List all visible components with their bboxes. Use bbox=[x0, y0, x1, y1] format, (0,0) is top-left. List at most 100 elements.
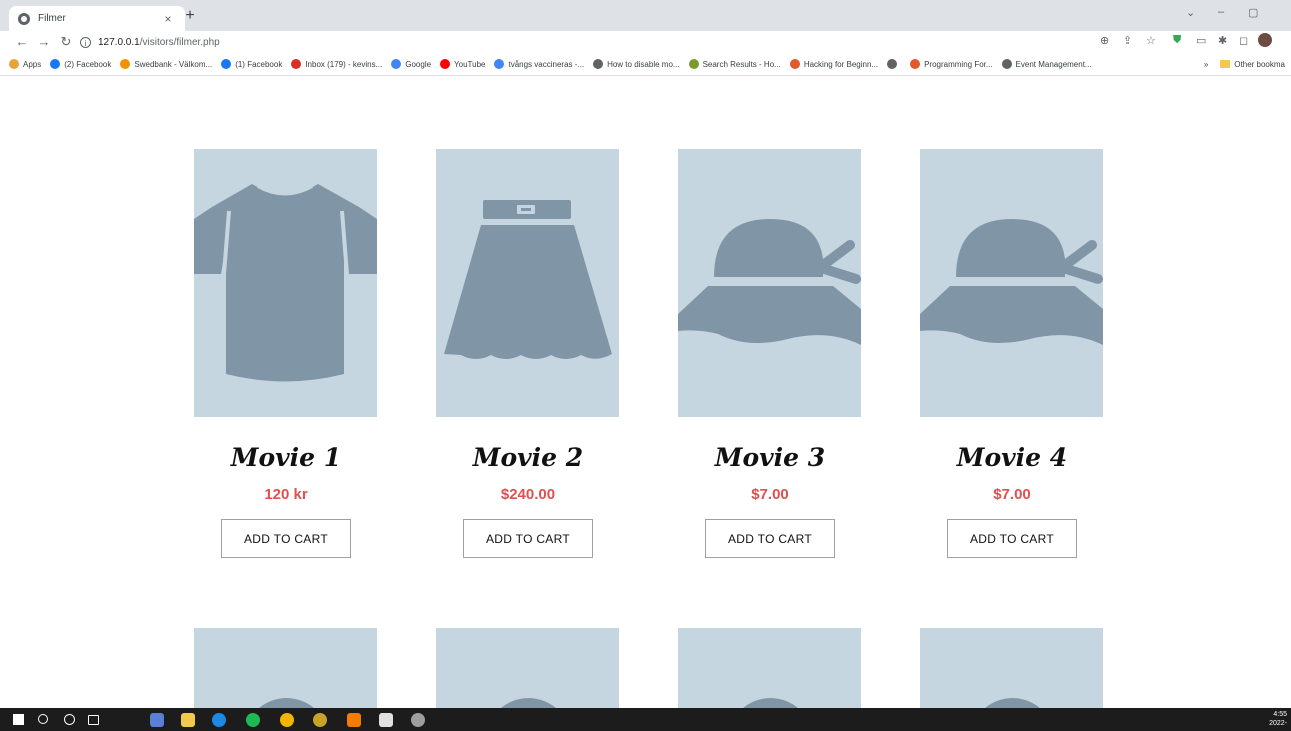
bookmark-favicon-icon bbox=[391, 59, 402, 69]
info-icon[interactable]: i bbox=[80, 36, 91, 48]
bookmark-favicon-icon bbox=[291, 59, 302, 69]
skirt-icon bbox=[444, 200, 612, 359]
bookmark-label: Inbox (179) - kevins... bbox=[305, 59, 383, 69]
bookmark-item[interactable]: Inbox (179) - kevins... bbox=[291, 59, 382, 69]
tab-search-icon[interactable]: ⌄ bbox=[1186, 6, 1195, 19]
spotify-icon[interactable] bbox=[246, 713, 260, 727]
product-image bbox=[678, 149, 861, 417]
cast-icon[interactable]: ▭ bbox=[1196, 34, 1206, 47]
clock-date: 2022- bbox=[1269, 720, 1287, 727]
add-to-cart-button[interactable]: ADD TO CART bbox=[705, 519, 835, 558]
product-image bbox=[920, 628, 1103, 708]
tshirt-icon bbox=[194, 184, 377, 382]
bookmark-label: Apps bbox=[23, 59, 42, 69]
bookmark-star-icon[interactable]: ☆ bbox=[1146, 34, 1156, 47]
bookmark-label: Event Management... bbox=[1015, 59, 1092, 69]
browser-tab-strip: Filmer × + ⌄ – ▢ bbox=[0, 0, 1291, 31]
product-title: Movie 1 bbox=[230, 443, 342, 472]
taskbar: 4:55 2022- bbox=[0, 708, 1291, 731]
bookmark-favicon-icon bbox=[440, 59, 451, 69]
bookmark-label: How to disable mo... bbox=[607, 59, 680, 69]
tab-title: Filmer bbox=[38, 13, 66, 24]
task-view-icon[interactable] bbox=[88, 715, 99, 725]
bookmark-item[interactable]: Apps bbox=[9, 59, 41, 69]
bookmark-item[interactable]: Swedbank - Välkom... bbox=[120, 59, 212, 69]
windows-start-icon[interactable] bbox=[13, 714, 24, 725]
product-image bbox=[194, 628, 377, 708]
bookmark-label: Search Results - Ho... bbox=[702, 59, 781, 69]
hat-icon bbox=[678, 219, 861, 345]
bookmark-label: Google bbox=[405, 59, 432, 69]
close-tab-icon[interactable]: × bbox=[161, 12, 175, 26]
bookmark-label: Swedbank - Välkom... bbox=[134, 59, 213, 69]
add-to-cart-button[interactable]: ADD TO CART bbox=[947, 519, 1077, 558]
bookmark-item[interactable]: Programming For... bbox=[910, 59, 993, 69]
bookmark-item[interactable]: YouTube bbox=[440, 59, 485, 69]
extensions-puzzle-icon[interactable]: ✱ bbox=[1218, 34, 1227, 47]
forward-arrow-icon[interactable]: → bbox=[36, 33, 52, 51]
product-image bbox=[678, 628, 861, 708]
bookmark-item[interactable]: tvångs vaccineras -... bbox=[494, 59, 584, 69]
bookmark-label: Hacking for Beginn... bbox=[803, 59, 879, 69]
address-bar[interactable]: i 127.0.0.1/visitors/filmer.php bbox=[80, 33, 1260, 51]
product-card: Movie 4 $7.00 ADD TO CART bbox=[920, 149, 1104, 558]
reload-icon[interactable]: ↻ bbox=[58, 33, 74, 51]
hat-icon bbox=[486, 698, 571, 708]
bookmark-label: Programming For... bbox=[924, 59, 993, 69]
bookmark-label: (2) Facebook bbox=[64, 59, 112, 69]
chrome-icon[interactable] bbox=[280, 713, 294, 727]
hat-icon bbox=[244, 698, 329, 708]
share-icon[interactable]: ⇪ bbox=[1123, 34, 1132, 47]
bookmark-item[interactable] bbox=[887, 59, 901, 69]
bookmark-item[interactable]: Event Management... bbox=[1001, 59, 1092, 69]
product-price: 120 kr bbox=[264, 486, 308, 503]
bookmark-item[interactable]: (2) Facebook bbox=[50, 59, 111, 69]
bookmark-item[interactable]: (1) Facebook bbox=[221, 59, 282, 69]
search-icon[interactable] bbox=[38, 714, 48, 724]
bookmark-favicon-icon bbox=[593, 59, 604, 69]
product-title: Movie 2 bbox=[472, 443, 584, 472]
product-image bbox=[194, 149, 377, 417]
bookmark-item[interactable]: Google bbox=[391, 59, 431, 69]
product-price: $240.00 bbox=[500, 486, 556, 503]
wow-launcher-icon[interactable] bbox=[313, 713, 327, 727]
zoom-icon[interactable]: ⊕ bbox=[1100, 34, 1109, 47]
product-title: Movie 3 bbox=[714, 443, 826, 472]
bookmark-item[interactable]: Hacking for Beginn... bbox=[789, 59, 879, 69]
bookmark-item[interactable]: How to disable mo... bbox=[593, 59, 680, 69]
profile-avatar[interactable] bbox=[1258, 33, 1272, 47]
maximize-icon[interactable]: ▢ bbox=[1248, 6, 1258, 19]
system-clock[interactable]: 4:55 2022- bbox=[1269, 710, 1287, 728]
product-image bbox=[920, 149, 1103, 417]
product-title: Movie 4 bbox=[956, 443, 1068, 472]
product-price: $7.00 bbox=[751, 486, 789, 503]
bookmark-favicon-icon bbox=[221, 59, 232, 69]
edge-browser-icon[interactable] bbox=[212, 713, 226, 727]
folder-icon bbox=[1220, 60, 1231, 68]
app-icon[interactable] bbox=[150, 713, 164, 727]
minimize-icon[interactable]: – bbox=[1218, 6, 1224, 18]
paint-icon[interactable] bbox=[411, 713, 425, 727]
product-image bbox=[436, 628, 619, 708]
shield-extension-icon[interactable]: ⛊ bbox=[1173, 34, 1181, 47]
back-arrow-icon[interactable]: ← bbox=[14, 33, 30, 51]
more-bookmarks-button[interactable]: » bbox=[1204, 60, 1208, 69]
add-to-cart-button[interactable]: ADD TO CART bbox=[463, 519, 593, 558]
bookmark-favicon-icon bbox=[1001, 59, 1012, 69]
product-image bbox=[436, 149, 619, 417]
add-to-cart-button[interactable]: ADD TO CART bbox=[221, 519, 351, 558]
cortana-icon[interactable] bbox=[64, 714, 75, 725]
store-icon[interactable] bbox=[379, 713, 393, 727]
product-card: Movie 2 $240.00 ADD TO CART bbox=[436, 149, 620, 558]
side-panel-icon[interactable]: ◻ bbox=[1239, 34, 1248, 47]
xampp-icon[interactable] bbox=[347, 713, 361, 727]
globe-icon bbox=[18, 12, 30, 25]
browser-tab[interactable]: Filmer × bbox=[9, 6, 185, 31]
hat-icon bbox=[920, 219, 1103, 345]
bookmark-favicon-icon bbox=[50, 59, 61, 69]
bookmark-favicon-icon bbox=[910, 59, 921, 69]
new-tab-button[interactable]: + bbox=[180, 6, 200, 26]
other-bookmarks-button[interactable]: Other bookma bbox=[1234, 60, 1285, 69]
file-explorer-icon[interactable] bbox=[181, 713, 195, 727]
bookmark-item[interactable]: Search Results - Ho... bbox=[688, 59, 781, 69]
